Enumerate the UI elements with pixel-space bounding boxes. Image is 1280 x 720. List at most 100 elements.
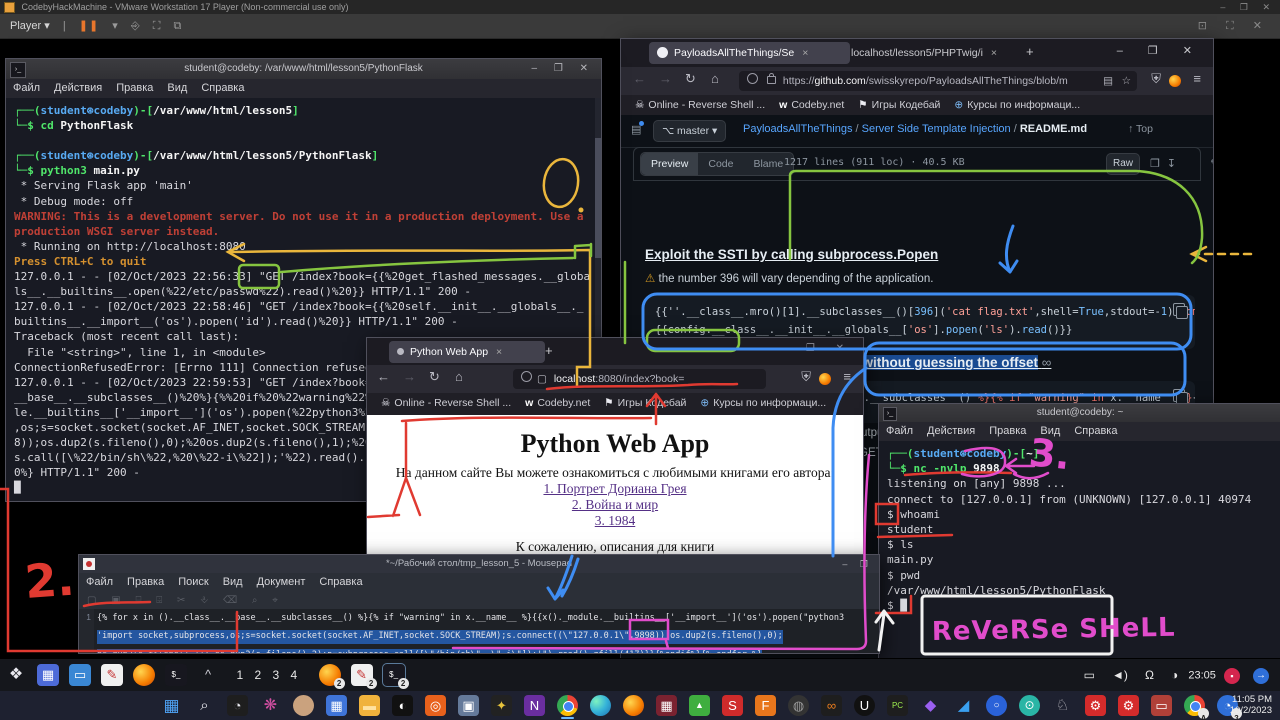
- back-icon[interactable]: ←: [377, 369, 390, 384]
- s-app-icon[interactable]: S: [722, 695, 743, 716]
- mousepad-editor[interactable]: 1 {% for x in ().__class__.__base__.__su…: [79, 609, 879, 653]
- window-controls[interactable]: – ❐ ✕: [532, 59, 595, 79]
- lock-screen-icon[interactable]: ▪: [1224, 668, 1240, 684]
- window-controls[interactable]: – ❐ ✕: [780, 343, 853, 354]
- pause-dropdown[interactable]: ▾: [112, 14, 118, 38]
- bookmark-w[interactable]: wCodeby.net: [779, 95, 844, 115]
- bookmark-flag[interactable]: ⚑Игры Кодебай: [858, 95, 940, 115]
- logout-icon[interactable]: →: [1253, 668, 1269, 684]
- tab-close-icon[interactable]: ×: [991, 47, 997, 59]
- kali-menu-icon[interactable]: ❖: [5, 664, 27, 686]
- menu-item[interactable]: Правка: [989, 422, 1026, 441]
- terminal-titlebar[interactable]: ›_ student@codeby: ~: [879, 404, 1280, 422]
- tab-preview[interactable]: Preview: [641, 153, 698, 175]
- gear-red-1-icon[interactable]: ⚙: [1085, 695, 1106, 716]
- falcon-icon[interactable]: ♘: [1052, 695, 1073, 716]
- pycharm-icon[interactable]: PC: [887, 695, 908, 716]
- extensions-icon[interactable]: ⛨: [801, 369, 811, 385]
- mousepad-toolbar[interactable]: ▢ ▣ ⌸ ⌹ ✂ ⎀ ⌫ ⌕ ⌖: [79, 592, 879, 609]
- raw-button[interactable]: Raw: [1106, 153, 1140, 175]
- top-link[interactable]: ↑ Top: [1128, 123, 1153, 135]
- window-controls[interactable]: – ❐ ✕: [1117, 44, 1203, 57]
- tab-payloadsallthethings[interactable]: PayloadsAllTheThings/Se×: [649, 42, 850, 64]
- reload-icon[interactable]: ↻: [429, 369, 440, 385]
- gear-red-2-icon[interactable]: ⚙: [1118, 695, 1139, 716]
- app-menu-icon[interactable]: ▦: [37, 664, 59, 686]
- view-switcher[interactable]: PreviewCodeBlame: [640, 152, 794, 176]
- bookmark-flag[interactable]: ⚑Игры Кодебай: [604, 393, 686, 413]
- tab-close-icon[interactable]: ×: [802, 47, 808, 59]
- tab-python-web-app[interactable]: Python Web App×: [389, 341, 545, 363]
- tab-localhost-phptwig[interactable]: localhost/lesson5/PHPTwig/i×: [843, 42, 1029, 64]
- terminal-icon[interactable]: $_: [165, 664, 187, 686]
- menu-item[interactable]: Справка: [201, 79, 244, 98]
- mousepad-window-icon[interactable]: ✎2: [351, 664, 373, 686]
- file-manager-icon[interactable]: ▭: [69, 664, 91, 686]
- heading-subprocess-popen[interactable]: Exploit the SSTI by calling subprocess.P…: [645, 247, 938, 262]
- chrome-profile-icon[interactable]: A: [1184, 695, 1205, 716]
- menu-item[interactable]: Поиск: [178, 573, 208, 592]
- url-bar[interactable]: ▢ localhost:8080/index?book={%%20for%20x…: [513, 369, 766, 389]
- bookmark-skull[interactable]: ☠Online - Reverse Shell ...: [381, 393, 511, 413]
- anchor-icon[interactable]: ∞: [1042, 355, 1052, 370]
- forward-icon[interactable]: →: [659, 71, 672, 86]
- menu-item[interactable]: Справка: [1074, 422, 1117, 441]
- new-tab-button[interactable]: +: [1026, 44, 1034, 59]
- copy-raw-icon[interactable]: ❐: [1150, 157, 1160, 170]
- book-link-3[interactable]: 3. 1984: [595, 513, 636, 528]
- volume-icon[interactable]: ◄): [1112, 659, 1128, 692]
- f-app-icon[interactable]: F: [755, 695, 776, 716]
- terminal-titlebar[interactable]: ›_ student@codeby: /var/www/html/lesson5…: [6, 59, 601, 79]
- dark-circle-icon[interactable]: ◍: [788, 695, 809, 716]
- start-icon[interactable]: ▦: [161, 695, 182, 716]
- map-pin-icon[interactable]: ○: [986, 695, 1007, 716]
- menu-item[interactable]: Вид: [167, 79, 187, 98]
- onenote-icon[interactable]: N: [524, 695, 545, 716]
- unity-icon[interactable]: ⧉: [173, 14, 181, 38]
- mousepad-titlebar[interactable]: *~/Рабочий стол/tmp_lesson_5 - Mousepad …: [79, 555, 879, 573]
- menu-item[interactable]: Файл: [886, 422, 913, 441]
- menu-item[interactable]: Файл: [13, 79, 40, 98]
- extensions-icon[interactable]: ⛨: [1151, 71, 1161, 87]
- branch-button[interactable]: ⌥ master ▾: [653, 120, 726, 142]
- firefox-account-icon[interactable]: [1169, 75, 1181, 87]
- terminal-output[interactable]: ┌──(student⊛codeby)-[~]└─$ nc -nvlp 9898…: [879, 441, 1280, 659]
- unreal-icon[interactable]: U: [854, 695, 875, 716]
- darkred-app-icon[interactable]: ▦: [656, 695, 677, 716]
- home-icon[interactable]: ⌂: [711, 71, 719, 86]
- search-icon[interactable]: ⌕: [194, 695, 215, 716]
- menu-item[interactable]: Документ: [257, 573, 306, 592]
- edge-icon[interactable]: [590, 695, 611, 716]
- explorer-icon[interactable]: ▬: [359, 695, 380, 716]
- back-icon[interactable]: ←: [633, 71, 646, 86]
- breadcrumb-folder[interactable]: Server Side Template Injection: [862, 123, 1011, 135]
- vmware-toolbar-right-icons[interactable]: ⊡ ⛶ ✕: [1198, 14, 1270, 38]
- carrot-icon[interactable]: ▲: [689, 695, 710, 716]
- book-link-2[interactable]: 2. Война и мир: [572, 497, 658, 512]
- fullscreen-icon[interactable]: ⛶: [153, 14, 161, 38]
- breadcrumb-repo[interactable]: PayloadsAllTheThings: [743, 123, 852, 135]
- editor-text[interactable]: {% for x in ().__class__.__base__.__subc…: [97, 612, 879, 653]
- file-tree-icon[interactable]: ▤: [631, 123, 641, 136]
- show-desktop-icon[interactable]: ▭: [1084, 659, 1095, 692]
- shutter-icon[interactable]: ◐: [392, 695, 413, 716]
- menu-icon[interactable]: ≡: [1193, 71, 1201, 86]
- firefox-account-icon[interactable]: [819, 373, 831, 385]
- ctrl-alt-del-icon[interactable]: ⎆: [131, 14, 140, 38]
- kali-clock[interactable]: 23:05: [1188, 669, 1216, 681]
- power-manager-icon[interactable]: ◑: [1171, 659, 1178, 692]
- menu-item[interactable]: Правка: [116, 79, 153, 98]
- vscode-icon[interactable]: ◢: [953, 695, 974, 716]
- new-tab-button[interactable]: +: [545, 343, 553, 358]
- vmware-icon[interactable]: ▣: [458, 695, 479, 716]
- workspace-switcher[interactable]: 1 2 3 4: [236, 659, 301, 692]
- pause-button[interactable]: ❚❚: [79, 14, 99, 38]
- menu-item[interactable]: Вид: [1040, 422, 1060, 441]
- menu-item[interactable]: Правка: [127, 573, 164, 592]
- bookmark-w[interactable]: wCodeby.net: [525, 393, 590, 413]
- player-menu[interactable]: Player ▾: [10, 14, 50, 38]
- home-icon[interactable]: ⌂: [455, 369, 463, 384]
- reader-mode-icon[interactable]: ▤: [1103, 71, 1113, 91]
- vmware-window-controls[interactable]: – ❐ ✕: [1220, 0, 1276, 14]
- window-controls[interactable]: – ❐: [842, 555, 873, 573]
